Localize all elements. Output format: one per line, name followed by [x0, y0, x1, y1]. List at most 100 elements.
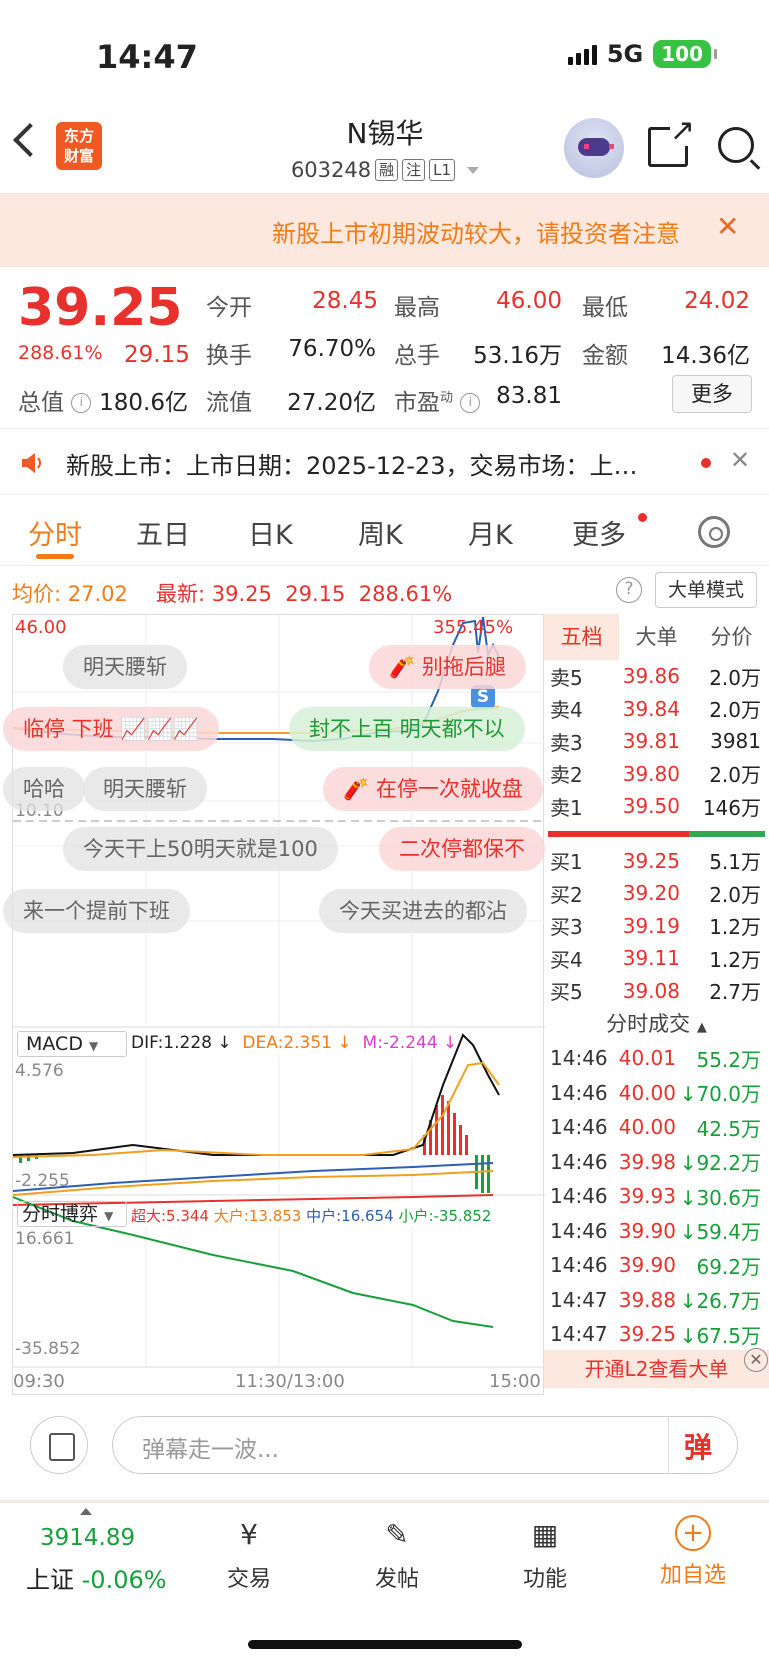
- danmu-send-button[interactable]: 弹: [684, 1426, 712, 1466]
- tab-monthly-k[interactable]: 月K: [468, 513, 513, 552]
- tick-row: 14:46 39.98 ↓92.2万: [550, 1149, 761, 1176]
- edit-icon: ✎: [385, 1518, 409, 1551]
- bid-row: 买5 39.08 2.7万: [550, 978, 761, 1005]
- ipo-info-text[interactable]: 新股上市：上市日期：2025-12-23，交易市场：上…: [66, 446, 676, 481]
- flow-high-label: 16.661: [15, 1229, 75, 1249]
- tick-row: 14:46 39.90 69.2万: [550, 1253, 761, 1279]
- ticks-header[interactable]: 分时成交 ▲: [544, 1007, 769, 1041]
- index-value[interactable]: 3914.89: [40, 1525, 135, 1551]
- tick-row: 14:46 39.90 ↓59.4万: [550, 1218, 761, 1245]
- unread-dot: [638, 513, 647, 522]
- back-icon[interactable]: [13, 123, 47, 157]
- tab-big-orders[interactable]: 大单: [619, 614, 694, 660]
- close-icon[interactable]: ✕: [744, 1348, 768, 1372]
- close-icon[interactable]: ✕: [730, 446, 750, 474]
- tab-more[interactable]: 更多: [572, 513, 626, 552]
- danmu-item: 今天干上50明天就是100: [63, 827, 338, 871]
- tab-five-levels[interactable]: 五档: [544, 614, 619, 660]
- ask-row: 卖4 39.84 2.0万: [550, 696, 761, 723]
- bid-row: 买3 39.19 1.2万: [550, 913, 761, 940]
- danmu-item: 来一个提前下班: [3, 889, 190, 933]
- latest-price: 最新: 39.25 29.15 288.61%: [156, 582, 453, 606]
- ask-list: 卖5 39.86 2.0万 卖4 39.84 2.0万 卖3 39.81 3981 卖2 39…: [544, 660, 769, 823]
- nav-functions[interactable]: ▦ 功能: [490, 1515, 600, 1593]
- tab-weekly-k[interactable]: 周K: [358, 513, 403, 552]
- intraday-chart[interactable]: 46.00 355.45% 10.10 S 明天腰斩 🧨 别拖后腿 临停 下班 …: [3, 614, 545, 1395]
- chart-high-label: 46.00: [15, 617, 67, 638]
- speaker-icon: [22, 453, 41, 473]
- signal-icon: [567, 43, 597, 65]
- pe-value: 83.81: [496, 383, 562, 409]
- big-order-mode-button[interactable]: 大单模式: [655, 572, 757, 608]
- risk-notice-text: 新股上市初期波动较大，请投资者注意: [272, 220, 680, 248]
- tab-indicator: [36, 554, 74, 559]
- gear-icon[interactable]: [698, 516, 730, 548]
- float-cap-value: 27.20亿: [287, 390, 376, 416]
- nav-add-watchlist[interactable]: + 加自选: [638, 1515, 748, 1589]
- close-icon[interactable]: ✕: [716, 210, 739, 243]
- help-icon[interactable]: ?: [616, 577, 642, 603]
- stock-code: 603248: [290, 158, 372, 182]
- chart-high-pct-label: 355.45%: [433, 617, 514, 638]
- time-start: 09:30: [13, 1371, 65, 1392]
- change-amount: 29.15: [124, 342, 190, 368]
- bid-row: 买2 39.20 2.0万: [550, 881, 761, 907]
- bid-list: 买1 39.25 5.1万 买2 39.20 2.0万 买3 39.19 1.2万 买4 39…: [544, 845, 769, 1008]
- stock-code-row[interactable]: 603248 融 注 L1: [250, 158, 520, 182]
- index-row[interactable]: 上证 -0.06%: [26, 1560, 167, 1595]
- network-label: 5G: [606, 40, 644, 68]
- tick-row: 14:47 39.25 ↓67.5万: [550, 1322, 761, 1348]
- bid-row: 买4 39.11 1.2万: [550, 946, 761, 972]
- open-l2-button[interactable]: 开通L2查看大单: [544, 1350, 769, 1388]
- danmu-item: 🧨 在停一次就收盘: [323, 767, 543, 811]
- turnover-value: 76.70%: [288, 336, 376, 362]
- status-icons: 5G 100: [567, 40, 717, 68]
- nav-trade[interactable]: ¥ 交易: [194, 1515, 304, 1593]
- divider: [0, 428, 769, 429]
- change-percent: 288.61%: [18, 342, 103, 364]
- buy-sell-ratio-bar: [548, 830, 765, 837]
- danmu-item: 临停 下班 📈📈📈: [3, 707, 219, 751]
- avg-price: 均价: 27.02: [12, 582, 128, 606]
- search-icon[interactable]: [718, 127, 754, 163]
- info-icon[interactable]: i: [71, 393, 92, 413]
- app-logo: 东方 财富: [56, 122, 102, 170]
- ask-row: 卖5 39.86 2.0万: [550, 664, 761, 690]
- current-price: 39.25: [18, 278, 183, 338]
- danmu-item: 今天买进去的都沾: [319, 889, 527, 933]
- macd-high-label: 4.576: [15, 1061, 64, 1081]
- flow-low-label: -35.852: [15, 1339, 81, 1359]
- tab-price-distribution[interactable]: 分价: [694, 614, 769, 660]
- divider: [0, 494, 769, 495]
- firecracker-icon: 🧨: [343, 777, 370, 801]
- yen-icon: ¥: [240, 1518, 258, 1551]
- chevron-down-icon: [467, 166, 480, 174]
- logo-text-1: 东方: [63, 127, 94, 145]
- rocket-icon: 📈📈📈: [120, 717, 199, 741]
- low-value: 24.02: [684, 288, 750, 314]
- tab-daily-k[interactable]: 日K: [248, 513, 293, 552]
- divider: [0, 1500, 769, 1503]
- share-icon[interactable]: [648, 116, 695, 167]
- ask-row: 卖3 39.81 3981: [550, 729, 761, 755]
- tab-intraday[interactable]: 分时: [28, 513, 82, 552]
- danmu-item: 二次停都保不: [379, 827, 545, 871]
- info-icon[interactable]: i: [460, 393, 481, 413]
- flow-selector[interactable]: 分时博弈 ▼: [17, 1201, 127, 1227]
- amount-value: 14.36亿: [661, 343, 750, 369]
- firecracker-icon: 🧨: [389, 655, 416, 679]
- more-button[interactable]: 更多: [672, 375, 752, 413]
- document-icon[interactable]: [30, 1416, 88, 1474]
- macd-selector[interactable]: MACD ▼: [17, 1031, 127, 1057]
- divider: [0, 565, 769, 566]
- volume-value: 53.16万: [473, 343, 562, 369]
- tick-row: 14:46 40.01 55.2万: [550, 1046, 761, 1072]
- order-book: 五档 大单 分价 卖5 39.86 2.0万 卖4 39.84 2.0万 卖3 39.81…: [544, 614, 769, 1352]
- market-cap-label: 总值 i: [18, 383, 92, 417]
- nav-post[interactable]: ✎ 发帖: [342, 1515, 452, 1593]
- tick-row: 14:47 39.88 ↓26.7万: [550, 1287, 761, 1314]
- danmu-item: 明天腰斩: [63, 645, 187, 689]
- ai-robot-icon[interactable]: [564, 118, 624, 178]
- tab-five-day[interactable]: 五日: [136, 513, 190, 552]
- float-cap-label: 流值: [206, 390, 252, 416]
